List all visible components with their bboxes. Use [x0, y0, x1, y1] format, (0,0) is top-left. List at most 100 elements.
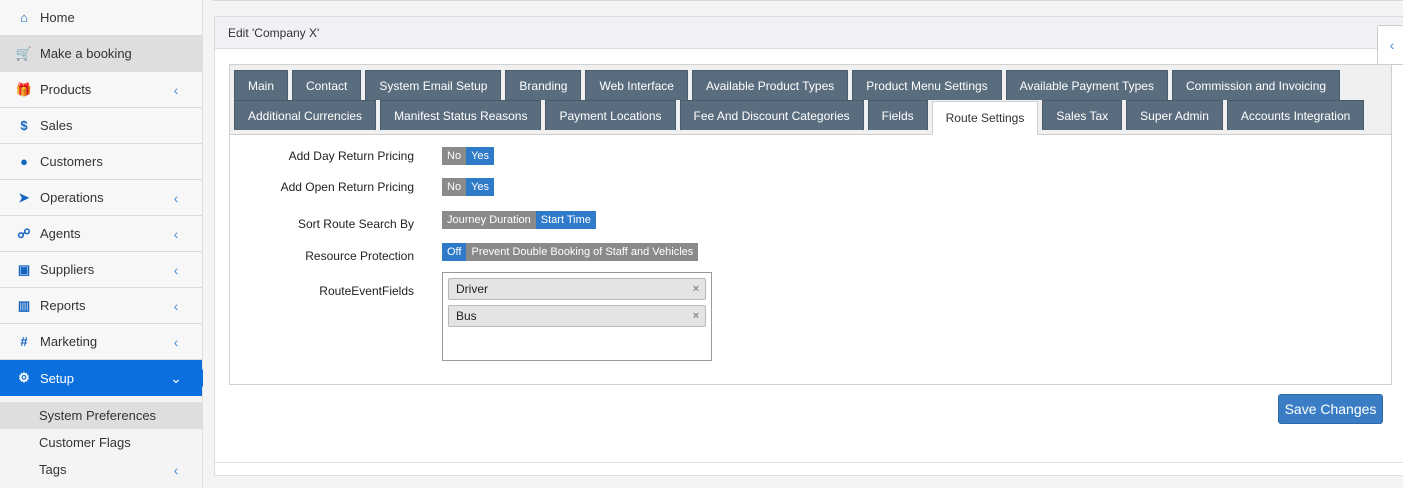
sidebar-item-label: Reports [40, 298, 86, 313]
sidebar-item-label: Agents [40, 226, 81, 241]
sidebar-item-operations[interactable]: ➤ Operations ‹ [0, 180, 202, 216]
open-return-row: Add Open Return Pricing No Yes [230, 178, 495, 196]
resource-prevent-double[interactable]: Prevent Double Booking of Staff and Vehi… [466, 243, 699, 261]
sidebar-item-suppliers[interactable]: ▣ Suppliers ‹ [0, 252, 202, 288]
tab-payment-locations[interactable]: Payment Locations [545, 100, 676, 130]
sort-start-time[interactable]: Start Time [535, 211, 596, 229]
chevron-down-icon: ⌄ [170, 369, 182, 386]
panel-footer-divider [215, 462, 1403, 463]
remove-chip-icon[interactable]: × [687, 310, 705, 322]
sidebar-item-products[interactable]: 🎁 Products ‹ [0, 72, 202, 108]
submenu-item-customer-flags[interactable]: Customer Flags [0, 429, 202, 456]
top-divider [213, 0, 1403, 1]
gift-icon: 🎁 [15, 81, 33, 97]
day-return-yes[interactable]: Yes [466, 147, 495, 165]
tab-route-settings[interactable]: Route Settings [931, 101, 1039, 135]
route-fields-select[interactable]: Driver × Bus × [442, 272, 712, 361]
open-return-yes[interactable]: Yes [466, 178, 495, 196]
tab-branding[interactable]: Branding [505, 70, 582, 100]
dollar-icon: $ [20, 118, 28, 133]
open-return-toggle[interactable]: No Yes [442, 178, 495, 196]
submenu-item-label: Customer Flags [39, 435, 131, 450]
tab-available-payment-types[interactable]: Available Payment Types [1005, 70, 1168, 100]
open-return-no[interactable]: No [442, 178, 467, 196]
sidebar-item-agents[interactable]: ☍ Agents ‹ [0, 216, 202, 252]
nav-list: ⌂ Home 🛒 Make a booking 🎁 Products ‹ $ Sales ● Cus… [0, 0, 211, 396]
paper-plane-icon: ➤ [18, 189, 30, 205]
tab-fields[interactable]: Fields [867, 100, 928, 130]
route-field-chip: Bus × [448, 305, 706, 327]
route-field-chip: Driver × [448, 278, 706, 300]
tab-additional-currencies[interactable]: Additional Currencies [234, 100, 377, 130]
day-return-no[interactable]: No [442, 147, 467, 165]
tab-commission-and-invoicing[interactable]: Commission and Invoicing [1171, 70, 1341, 100]
home-icon: ⌂ [20, 10, 28, 25]
save-changes-button[interactable]: Save Changes [1278, 394, 1383, 424]
sidebar-item-home[interactable]: ⌂ Home [0, 0, 202, 36]
sort-route-row: Sort Route Search By Journey Duration St… [230, 209, 596, 231]
sidebar-item-label: Marketing [40, 334, 98, 349]
chevron-left-icon: ‹ [173, 261, 179, 278]
chevron-left-icon: ‹ [173, 461, 179, 478]
resource-toggle[interactable]: Off Prevent Double Booking of Staff and … [442, 243, 699, 261]
sidebar-item-label: Suppliers [40, 262, 95, 277]
chip-label: Driver [456, 282, 488, 296]
tab-fee-and-discount-categories[interactable]: Fee And Discount Categories [679, 100, 864, 130]
edit-panel: Edit 'Company X' ‹ Main Contact System Ema… [214, 16, 1403, 476]
panel-header: Edit 'Company X' [215, 17, 1403, 49]
tab-web-interface[interactable]: Web Interface [585, 70, 688, 100]
sort-journey-duration[interactable]: Journey Duration [442, 211, 536, 229]
day-return-label: Add Day Return Pricing [288, 149, 414, 163]
cart-icon: 🛒 [15, 45, 33, 61]
tab-accounts-integration[interactable]: Accounts Integration [1226, 100, 1365, 130]
tab-super-admin[interactable]: Super Admin [1126, 100, 1223, 130]
chip-label: Bus [456, 309, 477, 323]
tab-sales-tax[interactable]: Sales Tax [1042, 100, 1123, 130]
sidebar-item-label: Sales [40, 118, 73, 133]
submenu-item-label: System Preferences [39, 408, 157, 423]
sidebar-item-setup[interactable]: ⚙ Setup ⌄ [0, 360, 211, 396]
sidebar-item-label: Operations [40, 190, 104, 205]
gear-icon: ⚙ [18, 370, 30, 385]
sitemap-icon: ☍ [17, 225, 31, 241]
collapse-button[interactable]: ‹ [1377, 25, 1403, 65]
tab-row-1: Main Contact System Email Setup Branding Web… [234, 70, 1391, 100]
chevron-left-icon: ‹ [173, 189, 179, 206]
resource-off[interactable]: Off [442, 243, 467, 261]
day-return-toggle[interactable]: No Yes [442, 147, 495, 165]
tab-contact[interactable]: Contact [292, 70, 362, 100]
sort-route-toggle[interactable]: Journey Duration Start Time [442, 211, 596, 229]
chevron-left-icon: ‹ [1389, 37, 1395, 53]
tab-system-email-setup[interactable]: System Email Setup [365, 70, 502, 100]
chevron-left-icon: ‹ [173, 333, 179, 350]
sort-route-label: Sort Route Search By [297, 217, 414, 231]
sidebar-item-customers[interactable]: ● Customers [0, 144, 202, 180]
sidebar-item-label: Home [40, 10, 75, 25]
sidebar-item-label: Customers [40, 154, 103, 169]
address-book-icon: ▣ [17, 261, 31, 277]
route-fields-row: RouteEventFields Driver × Bus × [230, 272, 712, 361]
tab-main[interactable]: Main [234, 70, 289, 100]
day-return-row: Add Day Return Pricing No Yes [230, 147, 495, 165]
sidebar: ⌂ Home 🛒 Make a booking 🎁 Products ‹ $ Sales ● Cus… [0, 0, 211, 488]
sidebar-item-label: Products [40, 82, 92, 97]
tab-available-product-types[interactable]: Available Product Types [691, 70, 849, 100]
tab-row-2: Additional Currencies Manifest Status Rea… [234, 100, 1391, 135]
sidebar-item-sales[interactable]: $ Sales [0, 108, 202, 144]
main-area: Edit 'Company X' ‹ Main Contact System Ema… [203, 0, 1403, 488]
tab-container: Main Contact System Email Setup Branding Web… [229, 64, 1392, 385]
sidebar-item-make-a-booking[interactable]: 🛒 Make a booking [0, 36, 202, 72]
chevron-left-icon: ‹ [173, 81, 179, 98]
tab-manifest-status-reasons[interactable]: Manifest Status Reasons [380, 100, 542, 130]
sidebar-item-reports[interactable]: ▥ Reports ‹ [0, 288, 202, 324]
submenu-item-system-preferences[interactable]: System Preferences [0, 402, 202, 429]
submenu-item-tags[interactable]: Tags ‹ [0, 456, 202, 483]
user-icon: ● [20, 154, 28, 169]
tab-strip: Main Contact System Email Setup Branding Web… [230, 65, 1391, 135]
tab-product-menu-settings[interactable]: Product Menu Settings [852, 70, 1002, 100]
sidebar-item-marketing[interactable]: # Marketing ‹ [0, 324, 202, 360]
open-return-label: Add Open Return Pricing [280, 180, 414, 194]
remove-chip-icon[interactable]: × [687, 283, 705, 295]
route-settings-form: Add Day Return Pricing No Yes Add Open R… [230, 135, 1391, 361]
bar-chart-icon: ▥ [17, 297, 31, 313]
